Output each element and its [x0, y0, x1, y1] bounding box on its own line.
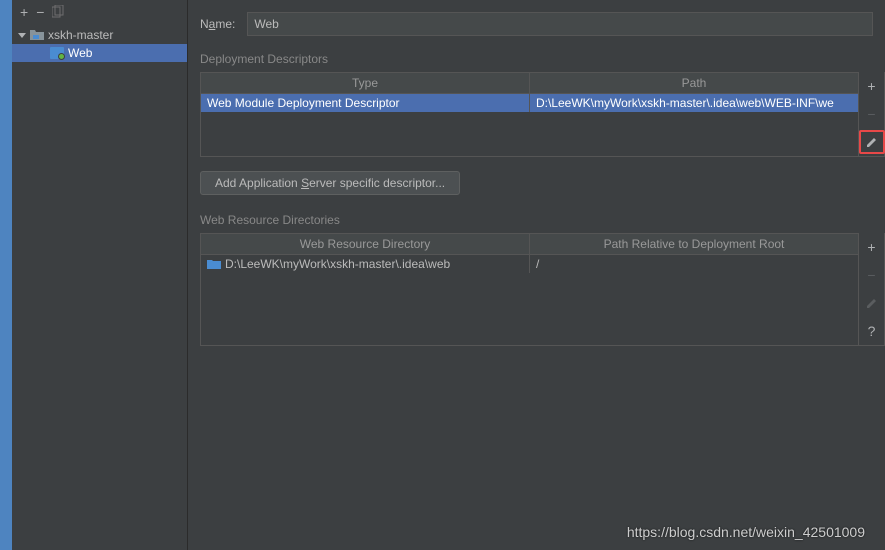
name-input[interactable] [247, 12, 873, 36]
expand-icon [18, 33, 26, 38]
add-icon[interactable]: + [20, 5, 28, 19]
descriptors-table-wrap: Type Path Web Module Deployment Descript… [200, 72, 885, 157]
add-server-descriptor-row: Add Application Server specific descript… [200, 165, 885, 209]
copy-icon[interactable] [52, 5, 65, 20]
tree-label: xskh-master [48, 28, 113, 42]
descriptors-side-buttons: + − [859, 72, 885, 157]
descriptors-section-label: Deployment Descriptors [200, 48, 885, 72]
tree-label: Web [68, 46, 92, 60]
add-icon[interactable]: + [859, 235, 885, 259]
col-path[interactable]: Path [530, 73, 858, 93]
col-type[interactable]: Type [201, 73, 530, 93]
folder-icon [207, 259, 221, 270]
resources-side-buttons: + − ? [859, 233, 885, 346]
folder-icon [30, 29, 44, 41]
name-label: Name: [200, 17, 235, 31]
table-row[interactable]: Web Module Deployment Descriptor D:\LeeW… [201, 94, 858, 112]
module-tree: xskh-master Web [12, 24, 187, 64]
resources-body: D:\LeeWK\myWork\xskh-master\.idea\web / [201, 255, 858, 345]
resources-header: Web Resource Directory Path Relative to … [201, 234, 858, 255]
remove-icon[interactable]: − [36, 5, 44, 19]
resources-table-wrap: Web Resource Directory Path Relative to … [200, 233, 885, 346]
col-rel[interactable]: Path Relative to Deployment Root [530, 234, 858, 254]
descriptors-header: Type Path [201, 73, 858, 94]
cell-dir: D:\LeeWK\myWork\xskh-master\.idea\web [201, 255, 530, 273]
descriptors-table[interactable]: Type Path Web Module Deployment Descript… [200, 72, 859, 157]
edit-icon[interactable] [859, 130, 885, 154]
resources-section-label: Web Resource Directories [200, 209, 885, 233]
col-dir[interactable]: Web Resource Directory [201, 234, 530, 254]
remove-icon[interactable]: − [859, 102, 885, 126]
cell-rel: / [530, 255, 858, 273]
selection-strip [0, 0, 12, 550]
help-icon[interactable]: ? [859, 319, 885, 343]
watermark: https://blog.csdn.net/weixin_42501009 [627, 524, 865, 540]
tree-child-web[interactable]: Web [12, 44, 187, 62]
sidebar-toolbar: + − [12, 0, 187, 24]
tree-root-xskh-master[interactable]: xskh-master [12, 26, 187, 44]
table-row[interactable]: D:\LeeWK\myWork\xskh-master\.idea\web / [201, 255, 858, 273]
descriptors-body: Web Module Deployment Descriptor D:\LeeW… [201, 94, 858, 156]
name-row: Name: [200, 8, 885, 48]
add-icon[interactable]: + [859, 74, 885, 98]
web-facet-icon [50, 47, 64, 59]
add-server-descriptor-button[interactable]: Add Application Server specific descript… [200, 171, 460, 195]
resources-table[interactable]: Web Resource Directory Path Relative to … [200, 233, 859, 346]
remove-icon[interactable]: − [859, 263, 885, 287]
cell-type: Web Module Deployment Descriptor [201, 94, 530, 112]
edit-icon[interactable] [859, 291, 885, 315]
sidebar: + − xskh-master Web [12, 0, 188, 550]
cell-path: D:\LeeWK\myWork\xskh-master\.idea\web\WE… [530, 94, 858, 112]
main-panel: Name: Deployment Descriptors Type Path W… [188, 0, 885, 550]
